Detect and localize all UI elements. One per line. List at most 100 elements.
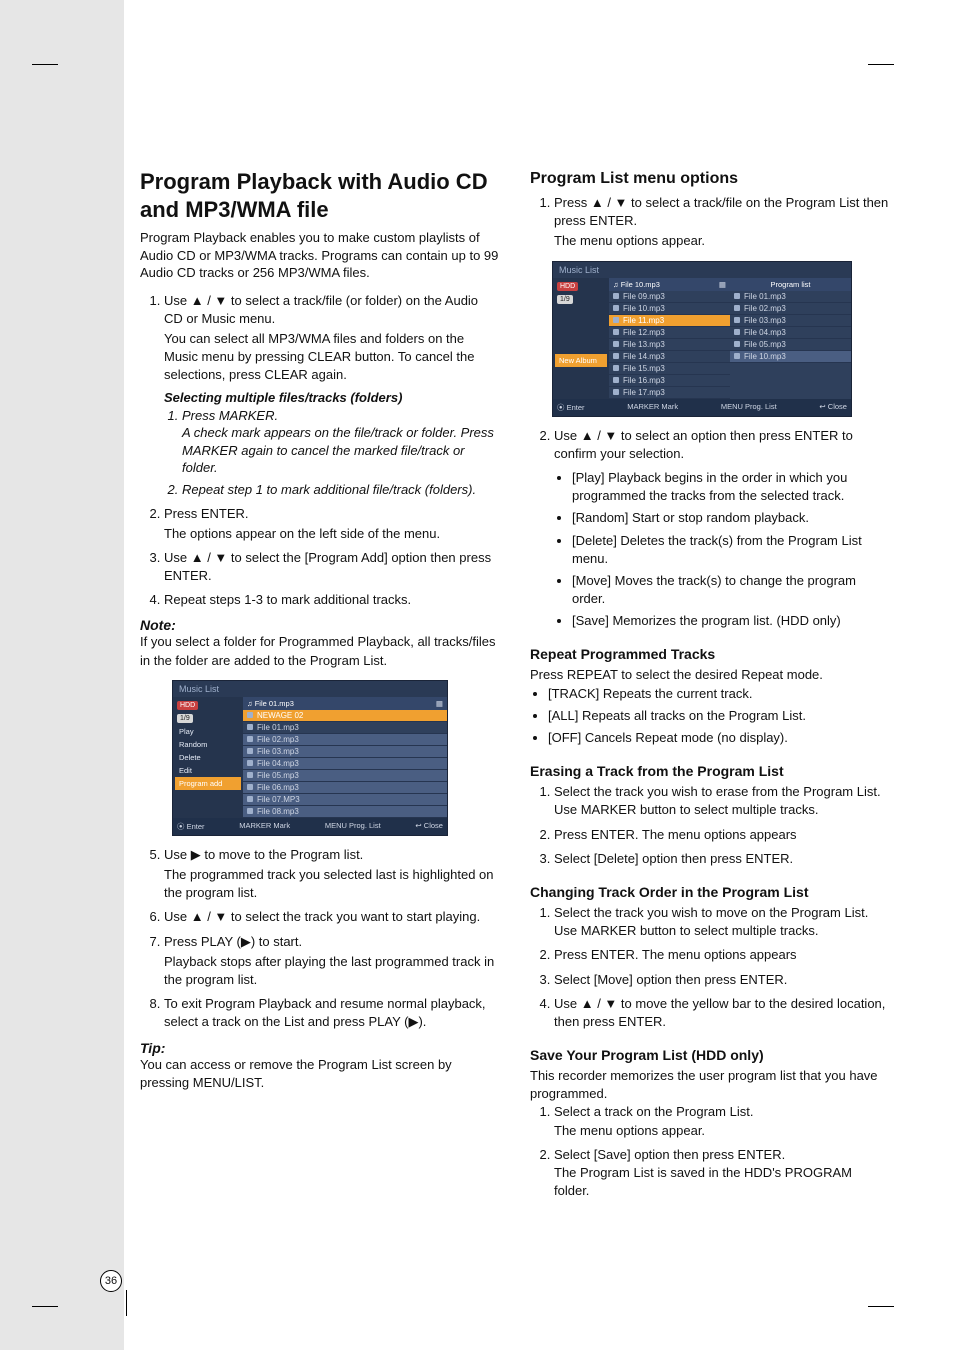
repeat-item: [TRACK] Repeats the current track. <box>548 685 890 703</box>
note-heading: Note: <box>140 617 500 633</box>
step-note: You can select all MP3/WMA files and fol… <box>164 330 500 385</box>
step-text: Use ▲ / ▼ to select a track/file (or fol… <box>164 293 478 326</box>
ss-foot: ↩ Close <box>415 821 443 832</box>
ss-row: File 12.mp3 <box>623 328 665 337</box>
ss-foot: MARKER Mark <box>627 402 678 413</box>
crop-mark <box>868 64 894 65</box>
ss-left-list: ♫ File 10.mp3▦ File 09.mp3 File 10.mp3 F… <box>609 278 730 399</box>
ss-foot: MARKER Mark <box>239 821 290 832</box>
ss-row: File 11.mp3 <box>623 316 664 325</box>
order-steps: Select the track you wish to move on the… <box>530 904 890 1031</box>
side-item: Delete <box>175 751 241 764</box>
order-step: Press ENTER. The menu options appears <box>554 946 890 964</box>
right-steps-cont: Use ▲ / ▼ to select an option then press… <box>530 427 890 631</box>
sub-steps: Press MARKER. A check mark appears on th… <box>164 407 500 499</box>
ss-row: File 05.mp3 <box>744 340 786 349</box>
music-list-screenshot-2: Music List HDD 1/9 New Album ♫ File 10.m… <box>552 261 852 417</box>
ss-row: File 07.MP3 <box>257 795 300 804</box>
step-4: Repeat steps 1-3 to mark additional trac… <box>164 591 500 609</box>
repeat-list: [TRACK] Repeats the current track. [ALL]… <box>530 685 890 748</box>
side-item: Random <box>175 738 241 751</box>
ss-foot: MENU Prog. List <box>325 821 381 832</box>
r-step-1: Press ▲ / ▼ to select a track/file on th… <box>554 194 890 251</box>
ss-row: File 05.mp3 <box>257 771 299 780</box>
step-1: Use ▲ / ▼ to select a track/file (or fol… <box>164 292 500 499</box>
ss-row: File 13.mp3 <box>623 340 665 349</box>
ss-row: File 04.mp3 <box>744 328 786 337</box>
step-note: The menu options appear. <box>554 232 890 250</box>
side-item: Play <box>175 725 241 738</box>
side-item: Edit <box>175 764 241 777</box>
ss-row: File 04.mp3 <box>257 759 299 768</box>
crop-mark <box>868 1306 894 1307</box>
main-steps-list-cont: Use ▶ to move to the Program list. The p… <box>140 846 500 1032</box>
order-step: Select the track you wish to move on the… <box>554 904 890 940</box>
ss-row: File 01.mp3 <box>257 723 299 732</box>
ss-row: File 10.mp3 <box>744 352 786 361</box>
tip-text: You can access or remove the Program Lis… <box>140 1056 500 1092</box>
sub-step-text: Press MARKER. <box>182 408 278 423</box>
step-text: Use ▶ to move to the Program list. <box>164 847 363 862</box>
ss-row: File 02.mp3 <box>257 735 299 744</box>
step-note: Playback stops after playing the last pr… <box>164 953 500 989</box>
opt: [Random] Start or stop random playback. <box>572 509 890 527</box>
step-6: Use ▲ / ▼ to select the track you want t… <box>164 908 500 926</box>
ss-row: File 08.mp3 <box>257 807 299 816</box>
sub-step-note: A check mark appears on the file/track o… <box>182 424 500 477</box>
save-heading: Save Your Program List (HDD only) <box>530 1047 890 1063</box>
page-content: Program Playback with Audio CD and MP3/W… <box>140 168 910 1206</box>
step-7: Press PLAY (▶) to start. Playback stops … <box>164 933 500 990</box>
sub-step: Press MARKER. A check mark appears on th… <box>182 407 500 477</box>
pill-hdd: HDD <box>557 282 578 291</box>
pill-hdd: HDD <box>177 701 198 710</box>
erase-step: Select [Delete] option then press ENTER. <box>554 850 890 868</box>
ss-row: File 01.mp3 <box>744 292 786 301</box>
ss-nowplaying: ♫ File 10.mp3 <box>613 280 660 289</box>
pill-count: 1/9 <box>557 295 573 304</box>
erase-heading: Erasing a Track from the Program List <box>530 763 890 779</box>
left-column: Program Playback with Audio CD and MP3/W… <box>140 168 500 1206</box>
ss-row: NEWAGE 02 <box>257 711 303 720</box>
ss-row: File 03.mp3 <box>257 747 299 756</box>
step-8: To exit Program Playback and resume norm… <box>164 995 500 1031</box>
ss-row: File 02.mp3 <box>744 304 786 313</box>
crop-mark <box>126 1290 127 1316</box>
opt: [Play] Playback begins in the order in w… <box>572 469 890 505</box>
ss-row: File 10.mp3 <box>623 304 665 313</box>
ss-sidebar: HDD 1/9 New Album <box>553 278 609 399</box>
options-list: [Play] Playback begins in the order in w… <box>554 469 890 631</box>
sub-step: Repeat step 1 to mark additional file/tr… <box>182 481 500 499</box>
main-steps-list: Use ▲ / ▼ to select a track/file (or fol… <box>140 292 500 610</box>
ss-foot: ⦿ Enter <box>177 821 205 832</box>
crop-mark <box>32 1306 58 1307</box>
step-text: Press ▲ / ▼ to select a track/file on th… <box>554 195 888 228</box>
ss-program-list: Program list File 01.mp3 File 02.mp3 Fil… <box>730 278 851 399</box>
ss-row: File 16.mp3 <box>623 376 665 385</box>
tip-heading: Tip: <box>140 1040 500 1056</box>
section-heading: Program List menu options <box>530 170 890 188</box>
page-number-badge: 36 <box>100 1270 122 1292</box>
ss-nowplaying: ♫ File 01.mp3 <box>247 699 294 708</box>
ss-row: File 06.mp3 <box>257 783 299 792</box>
page-title: Program Playback with Audio CD and MP3/W… <box>140 168 500 223</box>
ss-title: Music List <box>553 262 851 278</box>
crop-mark <box>32 64 58 65</box>
repeat-heading: Repeat Programmed Tracks <box>530 646 890 662</box>
ss-row: File 03.mp3 <box>744 316 786 325</box>
r-step-2: Use ▲ / ▼ to select an option then press… <box>554 427 890 631</box>
pill-count: 1/9 <box>177 714 193 723</box>
ss-sidebar: HDD 1/9 Play Random Delete Edit Program … <box>173 697 243 818</box>
side-new-album: New Album <box>555 354 607 367</box>
repeat-item: [ALL] Repeats all tracks on the Program … <box>548 707 890 725</box>
ss-foot: ⦿ Enter <box>557 402 585 413</box>
step-note: The options appear on the left side of t… <box>164 525 500 543</box>
right-steps: Press ▲ / ▼ to select a track/file on th… <box>530 194 890 251</box>
ss-row: File 14.mp3 <box>623 352 665 361</box>
ss-main: ♫ File 01.mp3▦ NEWAGE 02 File 01.mp3 Fil… <box>243 697 447 818</box>
order-heading: Changing Track Order in the Program List <box>530 884 890 900</box>
step-text: Use ▲ / ▼ to select an option then press… <box>554 428 853 461</box>
left-gutter <box>0 0 124 1350</box>
save-step: Select a track on the Program List. The … <box>554 1103 890 1139</box>
step-text: Press ENTER. <box>164 506 249 521</box>
opt: [Move] Moves the track(s) to change the … <box>572 572 890 608</box>
